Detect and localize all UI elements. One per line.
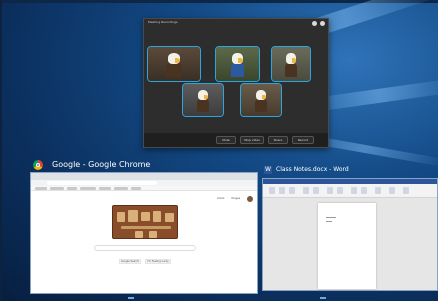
- ribbon-button[interactable]: [403, 187, 409, 194]
- participant-video: [285, 53, 297, 77]
- mute-button[interactable]: Mute: [216, 136, 236, 144]
- ribbon-button[interactable]: [361, 187, 367, 194]
- ribbon-button[interactable]: [337, 187, 343, 194]
- word-ribbon: [263, 184, 437, 198]
- participant-video: [255, 89, 267, 113]
- chrome-tab-strip: [31, 173, 257, 180]
- word-window-thumbnail[interactable]: [262, 178, 438, 291]
- meeting-window-title: Meeting Recordings: [148, 20, 178, 24]
- word-window-title: Class Notes.docx - Word: [276, 166, 349, 173]
- bookmark[interactable]: [67, 187, 77, 190]
- chrome-icon: [33, 160, 43, 170]
- ribbon-button[interactable]: [313, 187, 319, 194]
- window-frame-left: [0, 0, 2, 301]
- document-page[interactable]: [318, 203, 376, 289]
- taskbar-indicator: [320, 297, 326, 299]
- avatar[interactable]: [247, 196, 253, 202]
- bookmark[interactable]: [80, 187, 96, 190]
- bookmark[interactable]: [99, 187, 111, 190]
- bookmark[interactable]: [50, 187, 64, 190]
- gmail-link[interactable]: Gmail: [217, 197, 224, 200]
- meeting-window-thumbnail[interactable]: Meeting Recordings Mute Stop video Share…: [143, 18, 329, 148]
- ribbon-button[interactable]: [279, 187, 285, 194]
- chrome-window-title: Google - Google Chrome: [52, 160, 151, 169]
- share-button[interactable]: Share: [268, 136, 288, 144]
- bookmark[interactable]: [35, 187, 47, 190]
- close-icon[interactable]: [320, 21, 325, 26]
- ribbon-button[interactable]: [269, 187, 275, 194]
- participant-tile[interactable]: [182, 83, 224, 117]
- participant-tile[interactable]: [147, 46, 201, 82]
- ribbon-button[interactable]: [351, 187, 357, 194]
- images-link[interactable]: Images: [231, 197, 240, 200]
- word-icon: W: [264, 166, 272, 174]
- bookmark[interactable]: [131, 187, 141, 190]
- bookmarks-bar: [31, 186, 257, 191]
- ribbon-button[interactable]: [375, 187, 381, 194]
- document-text-line: [326, 221, 332, 222]
- document-text-line: [326, 217, 336, 218]
- google-doodle[interactable]: [112, 205, 178, 239]
- url-field[interactable]: [47, 181, 157, 185]
- ribbon-button[interactable]: [389, 187, 395, 194]
- participant-tile[interactable]: [271, 46, 311, 82]
- stop-video-button[interactable]: Stop video: [240, 136, 264, 144]
- ribbon-button[interactable]: [303, 187, 309, 194]
- feeling-lucky-button[interactable]: I'm Feeling Lucky: [145, 259, 171, 264]
- participant-video: [197, 89, 209, 113]
- ribbon-button[interactable]: [327, 187, 333, 194]
- bookmark[interactable]: [114, 187, 128, 190]
- meeting-toolbar: Mute Stop video Share Record: [144, 133, 328, 147]
- ribbon-button[interactable]: [289, 187, 295, 194]
- minimize-icon[interactable]: [312, 21, 317, 26]
- google-search-input[interactable]: [94, 245, 196, 251]
- participant-video: [166, 53, 182, 77]
- participant-tile-active[interactable]: [215, 46, 260, 82]
- record-button[interactable]: Record: [292, 136, 314, 144]
- taskbar-indicator: [128, 297, 134, 299]
- chrome-window-thumbnail[interactable]: Gmail Images Google Search I'm Feeling L…: [30, 172, 258, 294]
- google-search-button[interactable]: Google Search: [119, 259, 141, 264]
- participant-tile[interactable]: [240, 83, 282, 117]
- participant-video: [231, 53, 244, 77]
